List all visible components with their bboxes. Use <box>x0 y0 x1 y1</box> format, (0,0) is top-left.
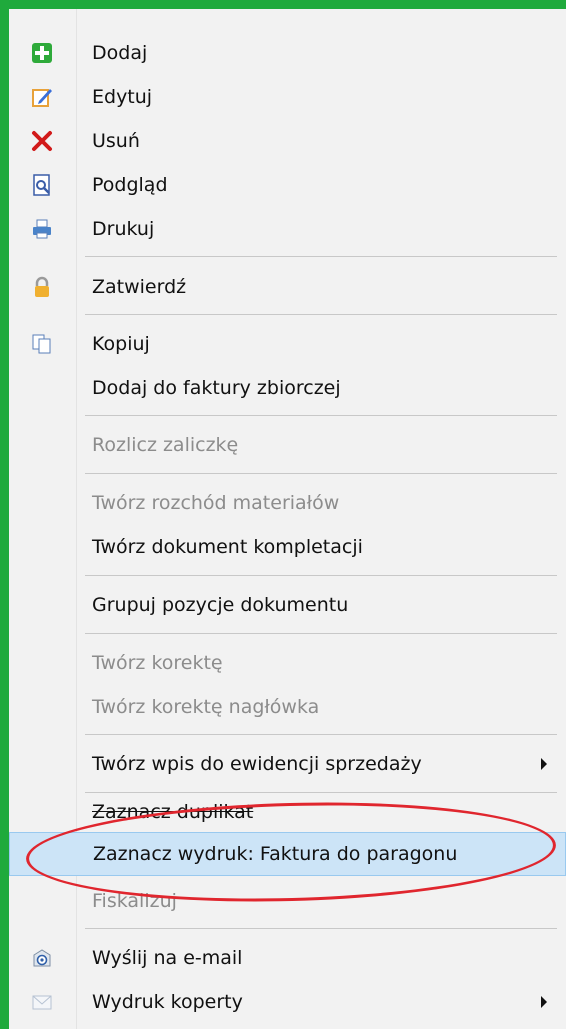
menu-item-usun[interactable]: Usuń <box>9 119 566 163</box>
menu-item-label: Twórz korektę <box>92 652 223 674</box>
menu-separator <box>85 734 557 735</box>
menu-item-edytuj[interactable]: Edytuj <box>9 75 566 119</box>
menu-item-wyslij-na-email[interactable]: Wyślij na e-mail <box>9 936 566 980</box>
menu-item-label: Dodaj do faktury zbiorczej <box>92 377 341 399</box>
submenu-arrow-icon <box>541 758 547 770</box>
delete-x-icon <box>31 130 53 152</box>
menu-item-tworz-wpis-do-ewidencji-sprzedazy[interactable]: Twórz wpis do ewidencji sprzedaży <box>9 742 566 786</box>
lock-icon <box>31 276 53 298</box>
frame-left-border <box>0 0 9 1029</box>
menu-item-label: Twórz korektę nagłówka <box>92 696 320 718</box>
edit-icon <box>31 86 53 108</box>
menu-item-label: Wyślij na e-mail <box>92 947 243 969</box>
frame-top-border <box>0 0 566 9</box>
plus-icon <box>31 42 53 64</box>
menu-separator <box>85 473 557 474</box>
menu-item-label: Drukuj <box>92 218 155 240</box>
menu-item-dodaj-do-faktury-zbiorczej[interactable]: Dodaj do faktury zbiorczej <box>9 366 566 410</box>
printer-icon <box>31 218 53 240</box>
menu-item-label: Rozlicz zaliczkę <box>92 434 239 456</box>
menu-item-rozlicz-zaliczke: Rozlicz zaliczkę <box>9 423 566 467</box>
menu-item-label: Grupuj pozycje dokumentu <box>92 594 349 616</box>
menu-item-drukuj[interactable]: Drukuj <box>9 207 566 251</box>
menu-item-label: Podgląd <box>92 174 168 196</box>
menu-item-tworz-korekte: Twórz korektę <box>9 641 566 685</box>
menu-item-label: Wydruk koperty <box>92 991 243 1013</box>
menu-item-tworz-rozchod-materialow: Twórz rozchód materiałów <box>9 481 566 525</box>
menu-item-zatwierdz[interactable]: Zatwierdź <box>9 265 566 309</box>
menu-item-dodaj[interactable]: Dodaj <box>9 31 566 75</box>
envelope-icon <box>31 991 53 1013</box>
menu-separator <box>85 928 557 929</box>
menu-item-label: Dodaj <box>92 42 148 64</box>
menu-item-label: Kopiuj <box>92 333 150 355</box>
menu-separator <box>85 314 557 315</box>
menu-item-label: Twórz rozchód materiałów <box>92 492 340 514</box>
submenu-arrow-icon <box>541 996 547 1008</box>
menu-item-podglad[interactable]: Podgląd <box>9 163 566 207</box>
preview-icon <box>31 174 53 196</box>
menu-item-tworz-korekte-naglowka: Twórz korektę nagłówka <box>9 685 566 729</box>
copy-icon <box>31 333 53 355</box>
menu-item-kopiuj[interactable]: Kopiuj <box>9 322 566 366</box>
email-icon <box>31 947 53 969</box>
menu-item-label: Zatwierdź <box>92 276 187 298</box>
menu-item-tworz-dokument-kompletacji[interactable]: Twórz dokument kompletacji <box>9 525 566 569</box>
menu-separator <box>85 415 557 416</box>
menu-item-wydruk-koperty[interactable]: Wydruk koperty <box>9 980 566 1024</box>
menu-item-label: Twórz dokument kompletacji <box>92 536 363 558</box>
menu-separator <box>85 575 557 576</box>
menu-item-label: Edytuj <box>92 86 153 108</box>
menu-item-grupuj-pozycje-dokumentu[interactable]: Grupuj pozycje dokumentu <box>9 583 566 627</box>
menu-item-label: Twórz wpis do ewidencji sprzedaży <box>92 753 422 775</box>
menu-item-label: Usuń <box>92 130 140 152</box>
menu-separator <box>85 256 557 257</box>
menu-separator <box>85 633 557 634</box>
